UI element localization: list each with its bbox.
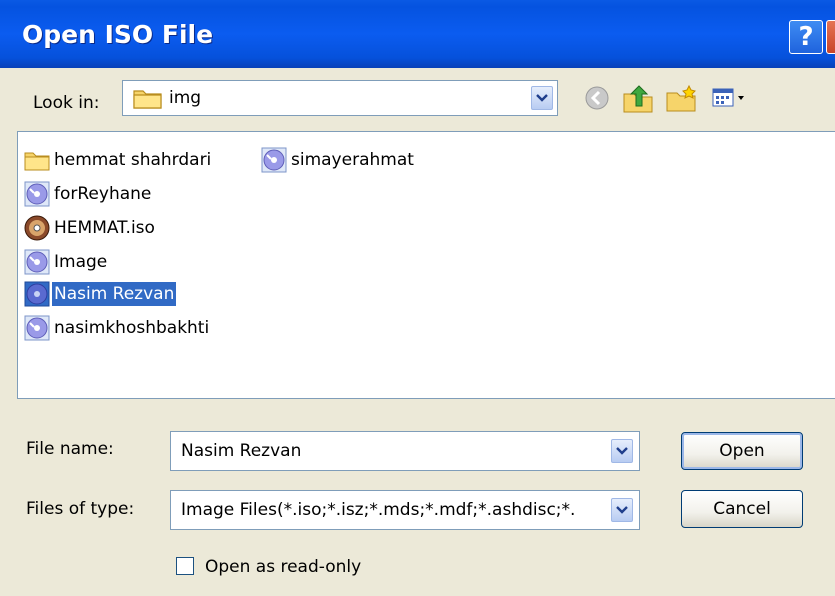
disc-image-icon xyxy=(261,147,287,173)
read-only-checkbox[interactable] xyxy=(176,557,194,575)
file-name: forReyhane xyxy=(54,184,152,204)
files-of-type-dropdown-arrow[interactable] xyxy=(611,498,633,522)
file-item-image[interactable]: Image xyxy=(24,248,109,276)
disc-image-icon xyxy=(24,249,50,275)
folder-icon xyxy=(133,90,162,109)
folder-icon xyxy=(24,152,50,171)
disc-image-icon xyxy=(24,181,50,207)
cancel-button[interactable]: Cancel xyxy=(681,490,803,528)
file-name: HEMMAT.iso xyxy=(54,218,155,238)
file-item-nasim-rezvan[interactable]: Nasim Rezvan xyxy=(24,280,177,308)
look-in-dropdown-arrow[interactable] xyxy=(531,86,553,110)
file-name: Image xyxy=(54,252,108,272)
file-name: simayerahmat xyxy=(291,150,414,170)
file-name: Nasim Rezvan xyxy=(52,282,177,306)
file-item-nasimkhoshbakhti[interactable]: nasimkhoshbakhti xyxy=(24,314,211,342)
file-item-forreyhane[interactable]: forReyhane xyxy=(24,180,153,208)
chevron-down-icon xyxy=(616,506,628,514)
file-name: hemmat shahrdari xyxy=(54,150,212,170)
look-in-label: Look in: xyxy=(33,93,100,113)
help-icon: ? xyxy=(798,22,814,52)
file-item-simayerahmat[interactable]: simayerahmat xyxy=(261,146,416,174)
help-button[interactable]: ? xyxy=(789,20,823,54)
file-name: nasimkhoshbakhti xyxy=(54,318,210,338)
cd-icon xyxy=(24,215,50,241)
look-in-value: img xyxy=(169,88,202,108)
file-name-dropdown-arrow[interactable] xyxy=(611,439,633,463)
up-folder-icon[interactable] xyxy=(622,84,656,114)
look-in-dropdown[interactable]: img xyxy=(122,80,558,116)
close-button[interactable]: ✕ xyxy=(826,20,835,54)
files-of-type-label: Files of type: xyxy=(26,499,135,519)
file-list[interactable]: hemmat shahrdari simayerahmat forReyhane xyxy=(17,131,835,399)
disc-image-icon xyxy=(24,281,50,307)
read-only-label[interactable]: Open as read-only xyxy=(205,557,361,577)
chevron-down-icon xyxy=(536,94,548,102)
disc-image-icon xyxy=(24,315,50,341)
file-name-field[interactable]: Nasim Rezvan xyxy=(170,431,640,471)
back-icon[interactable] xyxy=(583,84,611,112)
file-name-value: Nasim Rezvan xyxy=(181,441,302,461)
title-bar[interactable]: Open ISO File ? ✕ xyxy=(0,0,835,68)
files-of-type-dropdown[interactable]: Image Files(*.iso;*.isz;*.mds;*.mdf;*.as… xyxy=(170,490,640,530)
views-menu-icon[interactable] xyxy=(711,84,751,112)
files-of-type-value: Image Files(*.iso;*.isz;*.mds;*.mdf;*.as… xyxy=(181,500,576,520)
file-name-label: File name: xyxy=(26,439,114,459)
file-item-hemmat-iso[interactable]: HEMMAT.iso xyxy=(24,214,157,242)
window-title: Open ISO File xyxy=(22,20,214,49)
file-item-hemmat-shahrdari[interactable]: hemmat shahrdari xyxy=(24,146,213,174)
chevron-down-icon xyxy=(616,447,628,455)
open-iso-dialog: Open ISO File ? ✕ Look in: img xyxy=(0,0,835,596)
new-folder-icon[interactable] xyxy=(665,84,699,114)
open-button[interactable]: Open xyxy=(681,432,803,470)
